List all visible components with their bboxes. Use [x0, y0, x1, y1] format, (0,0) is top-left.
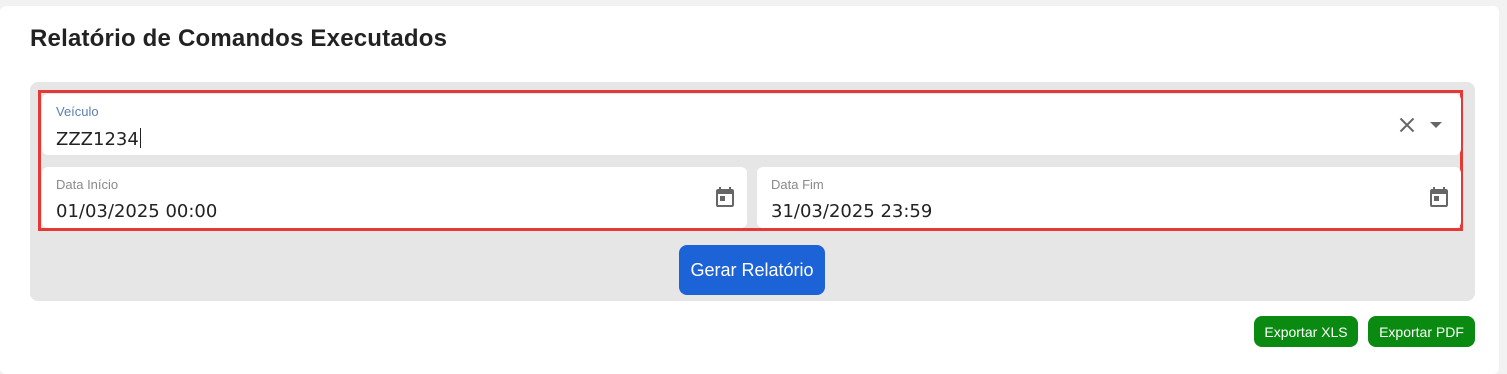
arrow-drop-down-icon[interactable]	[1427, 116, 1445, 134]
data-inicio-value[interactable]: 01/03/2025 00:00	[56, 201, 217, 222]
veiculo-input[interactable]: ZZZ1234	[56, 128, 141, 150]
exportar-pdf-button[interactable]: Exportar PDF	[1368, 316, 1475, 347]
data-inicio-field[interactable]: Data Início 01/03/2025 00:00	[42, 167, 747, 228]
gerar-relatorio-button[interactable]: Gerar Relatório	[679, 245, 825, 295]
text-caret	[139, 128, 141, 148]
veiculo-value: ZZZ1234	[56, 129, 139, 150]
data-fim-field[interactable]: Data Fim 31/03/2025 23:59	[757, 167, 1461, 228]
veiculo-select[interactable]: Veículo ZZZ1234	[42, 94, 1461, 155]
data-fim-label: Data Fim	[771, 177, 824, 192]
data-inicio-label: Data Início	[56, 177, 119, 192]
close-icon[interactable]	[1397, 115, 1417, 135]
calendar-icon[interactable]	[713, 185, 737, 209]
filter-panel: Veículo ZZZ1234 Data Início 01/03/2025 0…	[30, 82, 1475, 301]
calendar-icon[interactable]	[1427, 185, 1451, 209]
data-fim-value[interactable]: 31/03/2025 23:59	[771, 201, 932, 222]
page-title: Relatório de Comandos Executados	[30, 25, 448, 52]
report-page: Relatório de Comandos Executados Veículo…	[0, 6, 1499, 374]
exportar-xls-button[interactable]: Exportar XLS	[1254, 316, 1358, 347]
veiculo-label: Veículo	[56, 104, 99, 119]
